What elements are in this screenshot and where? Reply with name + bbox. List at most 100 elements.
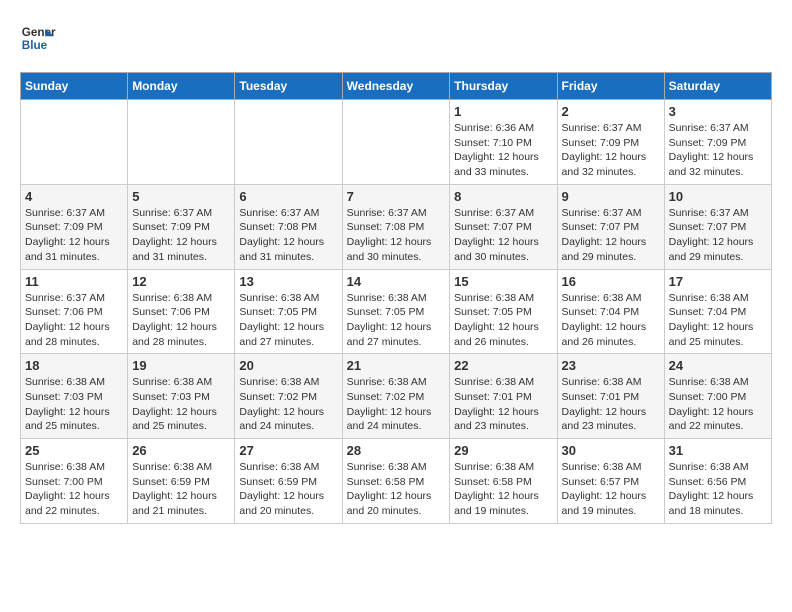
day-of-week-header: Sunday (21, 73, 128, 100)
calendar-week-row: 18 Sunrise: 6:38 AM Sunset: 7:03 PM Dayli… (21, 354, 772, 439)
calendar-day-cell: 16 Sunrise: 6:38 AM Sunset: 7:04 PM Dayli… (557, 269, 664, 354)
day-of-week-header: Thursday (450, 73, 557, 100)
day-info: Sunrise: 6:38 AM Sunset: 7:05 PM Dayligh… (347, 291, 446, 350)
day-number: 10 (669, 189, 767, 204)
calendar-day-cell: 8 Sunrise: 6:37 AM Sunset: 7:07 PM Daylig… (450, 184, 557, 269)
day-info: Sunrise: 6:38 AM Sunset: 6:57 PM Dayligh… (562, 460, 660, 519)
svg-text:Blue: Blue (22, 39, 48, 52)
calendar-week-row: 1 Sunrise: 6:36 AM Sunset: 7:10 PM Daylig… (21, 100, 772, 185)
day-number: 31 (669, 443, 767, 458)
calendar-table: SundayMondayTuesdayWednesdayThursdayFrid… (20, 72, 772, 524)
day-number: 20 (239, 358, 337, 373)
calendar-header-row: SundayMondayTuesdayWednesdayThursdayFrid… (21, 73, 772, 100)
calendar-day-cell: 13Sunrise: 6:38 AM Sunset: 7:05 PM Dayli… (235, 269, 342, 354)
day-of-week-header: Saturday (664, 73, 771, 100)
day-info: Sunrise: 6:38 AM Sunset: 7:03 PM Dayligh… (132, 375, 230, 434)
day-number: 15 (454, 274, 552, 289)
calendar-day-cell (342, 100, 450, 185)
day-number: 11 (25, 274, 123, 289)
calendar-day-cell: 1 Sunrise: 6:36 AM Sunset: 7:10 PM Daylig… (450, 100, 557, 185)
calendar-day-cell: 19 Sunrise: 6:38 AM Sunset: 7:03 PM Dayli… (128, 354, 235, 439)
day-of-week-header: Tuesday (235, 73, 342, 100)
calendar-day-cell: 29 Sunrise: 6:38 AM Sunset: 6:58 PM Dayli… (450, 439, 557, 524)
calendar-day-cell (128, 100, 235, 185)
logo-icon: General Blue (20, 20, 56, 56)
day-of-week-header: Wednesday (342, 73, 450, 100)
calendar-day-cell: 22 Sunrise: 6:38 AM Sunset: 7:01 PM Dayli… (450, 354, 557, 439)
calendar-day-cell: 9Sunrise: 6:37 AM Sunset: 7:07 PM Daylig… (557, 184, 664, 269)
day-number: 30 (562, 443, 660, 458)
calendar-day-cell (235, 100, 342, 185)
calendar-day-cell: 15 Sunrise: 6:38 AM Sunset: 7:05 PM Dayli… (450, 269, 557, 354)
calendar-day-cell: 30 Sunrise: 6:38 AM Sunset: 6:57 PM Dayli… (557, 439, 664, 524)
day-info: Sunrise: 6:38 AM Sunset: 7:03 PM Dayligh… (25, 375, 123, 434)
day-number: 12 (132, 274, 230, 289)
calendar-day-cell: 24Sunrise: 6:38 AM Sunset: 7:00 PM Dayli… (664, 354, 771, 439)
calendar-day-cell: 3Sunrise: 6:37 AM Sunset: 7:09 PM Daylig… (664, 100, 771, 185)
day-info: Sunrise: 6:38 AM Sunset: 7:00 PM Dayligh… (669, 375, 767, 434)
day-number: 5 (132, 189, 230, 204)
day-info: Sunrise: 6:38 AM Sunset: 7:04 PM Dayligh… (669, 291, 767, 350)
day-number: 28 (347, 443, 446, 458)
day-info: Sunrise: 6:37 AM Sunset: 7:09 PM Dayligh… (669, 121, 767, 180)
day-number: 8 (454, 189, 552, 204)
day-number: 27 (239, 443, 337, 458)
day-info: Sunrise: 6:38 AM Sunset: 7:01 PM Dayligh… (562, 375, 660, 434)
calendar-day-cell: 7 Sunrise: 6:37 AM Sunset: 7:08 PM Daylig… (342, 184, 450, 269)
day-number: 16 (562, 274, 660, 289)
calendar-day-cell (21, 100, 128, 185)
day-number: 14 (347, 274, 446, 289)
day-number: 13 (239, 274, 337, 289)
calendar-week-row: 4 Sunrise: 6:37 AM Sunset: 7:09 PM Daylig… (21, 184, 772, 269)
day-info: Sunrise: 6:38 AM Sunset: 6:56 PM Dayligh… (669, 460, 767, 519)
calendar-day-cell: 23 Sunrise: 6:38 AM Sunset: 7:01 PM Dayli… (557, 354, 664, 439)
calendar-day-cell: 26Sunrise: 6:38 AM Sunset: 6:59 PM Dayli… (128, 439, 235, 524)
calendar-week-row: 25Sunrise: 6:38 AM Sunset: 7:00 PM Dayli… (21, 439, 772, 524)
day-number: 18 (25, 358, 123, 373)
day-info: Sunrise: 6:37 AM Sunset: 7:09 PM Dayligh… (132, 206, 230, 265)
day-info: Sunrise: 6:37 AM Sunset: 7:08 PM Dayligh… (239, 206, 337, 265)
day-number: 2 (562, 104, 660, 119)
day-number: 7 (347, 189, 446, 204)
calendar-day-cell: 4 Sunrise: 6:37 AM Sunset: 7:09 PM Daylig… (21, 184, 128, 269)
day-number: 17 (669, 274, 767, 289)
calendar-day-cell: 17 Sunrise: 6:38 AM Sunset: 7:04 PM Dayli… (664, 269, 771, 354)
svg-text:General: General (22, 26, 56, 39)
calendar-week-row: 11Sunrise: 6:37 AM Sunset: 7:06 PM Dayli… (21, 269, 772, 354)
day-info: Sunrise: 6:38 AM Sunset: 7:05 PM Dayligh… (454, 291, 552, 350)
day-info: Sunrise: 6:38 AM Sunset: 7:04 PM Dayligh… (562, 291, 660, 350)
logo: General Blue (20, 20, 56, 56)
day-info: Sunrise: 6:38 AM Sunset: 6:58 PM Dayligh… (454, 460, 552, 519)
day-info: Sunrise: 6:38 AM Sunset: 7:02 PM Dayligh… (347, 375, 446, 434)
day-number: 1 (454, 104, 552, 119)
calendar-day-cell: 11Sunrise: 6:37 AM Sunset: 7:06 PM Dayli… (21, 269, 128, 354)
calendar-day-cell: 12Sunrise: 6:38 AM Sunset: 7:06 PM Dayli… (128, 269, 235, 354)
day-number: 23 (562, 358, 660, 373)
day-info: Sunrise: 6:38 AM Sunset: 7:01 PM Dayligh… (454, 375, 552, 434)
calendar-day-cell: 25Sunrise: 6:38 AM Sunset: 7:00 PM Dayli… (21, 439, 128, 524)
calendar-day-cell: 31 Sunrise: 6:38 AM Sunset: 6:56 PM Dayli… (664, 439, 771, 524)
day-number: 29 (454, 443, 552, 458)
day-info: Sunrise: 6:37 AM Sunset: 7:07 PM Dayligh… (454, 206, 552, 265)
day-info: Sunrise: 6:37 AM Sunset: 7:09 PM Dayligh… (25, 206, 123, 265)
day-info: Sunrise: 6:38 AM Sunset: 6:59 PM Dayligh… (239, 460, 337, 519)
day-number: 25 (25, 443, 123, 458)
calendar-day-cell: 21 Sunrise: 6:38 AM Sunset: 7:02 PM Dayli… (342, 354, 450, 439)
day-number: 19 (132, 358, 230, 373)
day-number: 4 (25, 189, 123, 204)
calendar-day-cell: 2Sunrise: 6:37 AM Sunset: 7:09 PM Daylig… (557, 100, 664, 185)
day-number: 21 (347, 358, 446, 373)
day-number: 6 (239, 189, 337, 204)
calendar-day-cell: 14 Sunrise: 6:38 AM Sunset: 7:05 PM Dayli… (342, 269, 450, 354)
day-of-week-header: Monday (128, 73, 235, 100)
calendar-day-cell: 18 Sunrise: 6:38 AM Sunset: 7:03 PM Dayli… (21, 354, 128, 439)
day-info: Sunrise: 6:38 AM Sunset: 7:02 PM Dayligh… (239, 375, 337, 434)
day-info: Sunrise: 6:36 AM Sunset: 7:10 PM Dayligh… (454, 121, 552, 180)
day-number: 22 (454, 358, 552, 373)
calendar-day-cell: 20 Sunrise: 6:38 AM Sunset: 7:02 PM Dayli… (235, 354, 342, 439)
day-info: Sunrise: 6:37 AM Sunset: 7:07 PM Dayligh… (669, 206, 767, 265)
day-info: Sunrise: 6:37 AM Sunset: 7:07 PM Dayligh… (562, 206, 660, 265)
day-of-week-header: Friday (557, 73, 664, 100)
day-info: Sunrise: 6:37 AM Sunset: 7:08 PM Dayligh… (347, 206, 446, 265)
calendar-day-cell: 10 Sunrise: 6:37 AM Sunset: 7:07 PM Dayli… (664, 184, 771, 269)
